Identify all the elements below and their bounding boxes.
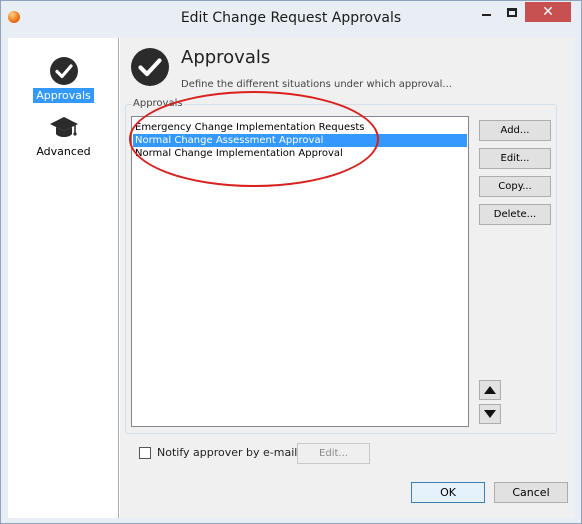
minimize-button[interactable]	[473, 2, 499, 22]
page-subtitle: Define the different situations under wh…	[181, 79, 452, 90]
nav-item-advanced[interactable]: Advanced	[8, 114, 119, 159]
add-button[interactable]: Add...	[479, 120, 551, 141]
checkmark-circle-icon	[49, 57, 78, 85]
title-bar[interactable]: Edit Change Request Approvals ✕	[1, 1, 581, 37]
maximize-icon	[507, 7, 517, 17]
checkmark-circle-icon	[131, 48, 169, 86]
ok-button[interactable]: OK	[411, 482, 485, 503]
graduation-cap-icon	[49, 117, 78, 137]
nav-item-label: Approvals	[33, 88, 94, 103]
close-icon: ✕	[542, 4, 554, 20]
arrow-down-icon	[484, 410, 496, 418]
nav-item-label: Advanced	[36, 145, 91, 158]
group-label: Approvals	[132, 98, 184, 109]
list-item[interactable]: Normal Change Implementation Approval	[133, 147, 467, 160]
notify-checkbox[interactable]	[139, 447, 151, 459]
cancel-button[interactable]: Cancel	[494, 482, 568, 503]
dialog-body: Approvals Advanced Approvals Define the …	[8, 38, 574, 518]
move-up-button[interactable]	[479, 380, 501, 400]
dialog-window: Edit Change Request Approvals ✕ Approval…	[0, 0, 582, 524]
list-item-selected[interactable]: Normal Change Assessment Approval	[133, 134, 467, 147]
maximize-button[interactable]	[499, 2, 525, 22]
delete-button[interactable]: Delete...	[479, 204, 551, 225]
page-title: Approvals	[181, 47, 271, 68]
nav-item-approvals[interactable]: Approvals	[8, 56, 119, 103]
move-down-button[interactable]	[479, 404, 501, 424]
side-nav: Approvals Advanced	[8, 38, 119, 518]
content-panel: Approvals Define the different situation…	[120, 38, 574, 518]
minimize-icon	[481, 14, 491, 16]
close-button[interactable]: ✕	[525, 2, 571, 22]
edit-button[interactable]: Edit...	[479, 148, 551, 169]
list-item[interactable]: Emergency Change Implementation Requests	[133, 121, 467, 134]
arrow-up-icon	[484, 386, 496, 394]
approvals-list[interactable]: Emergency Change Implementation Requests…	[131, 116, 469, 427]
notify-edit-button: Edit...	[297, 443, 370, 464]
copy-button[interactable]: Copy...	[479, 176, 551, 197]
notify-checkbox-label[interactable]: Notify approver by e-mail	[157, 446, 297, 459]
